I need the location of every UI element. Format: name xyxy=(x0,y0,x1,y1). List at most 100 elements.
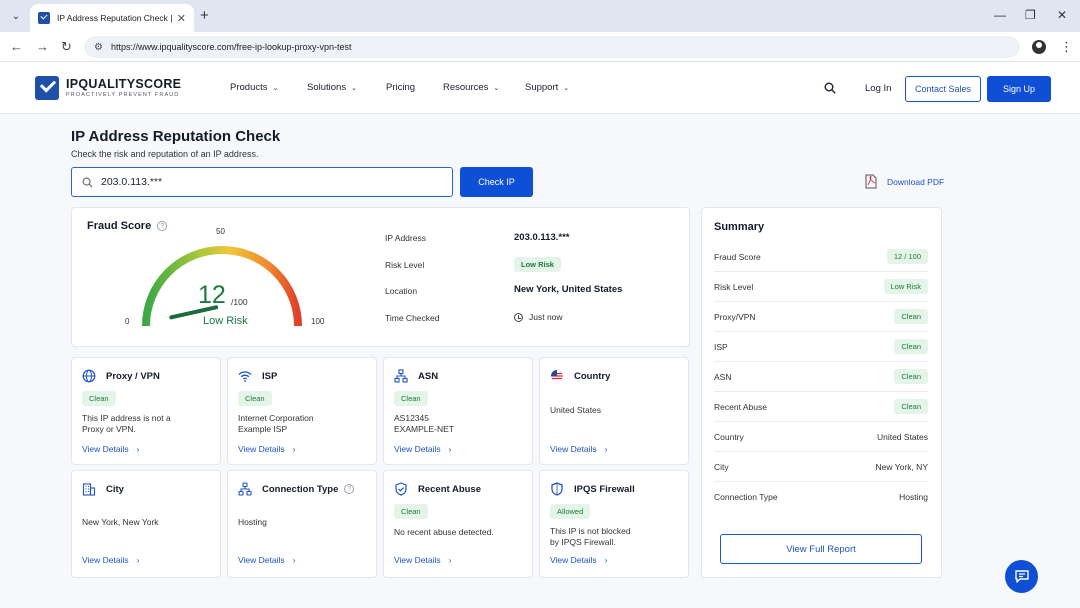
contact-sales-button[interactable]: Contact Sales xyxy=(905,76,981,102)
card-text-line: Example ISP xyxy=(238,424,288,434)
chevron-right-icon: › xyxy=(136,555,140,565)
view-details-label: View Details xyxy=(238,555,285,565)
summary-row: Risk Level Low Risk xyxy=(714,272,928,302)
page-subtitle: Check the risk and reputation of an IP a… xyxy=(71,149,259,159)
summary-row-label: City xyxy=(714,461,729,472)
check-ip-button[interactable]: Check IP xyxy=(460,167,533,197)
time-checked-text: Just now xyxy=(529,312,563,322)
help-icon[interactable]: ? xyxy=(344,484,355,494)
card-text-line: by IPQS Firewall. xyxy=(550,537,616,547)
nav-pricing[interactable]: Pricing xyxy=(386,82,415,93)
view-full-report-button[interactable]: View Full Report xyxy=(720,534,922,564)
view-details-link[interactable]: View Details › xyxy=(550,444,607,454)
recent-abuse-title: Recent Abuse xyxy=(418,483,481,495)
back-button[interactable]: ← xyxy=(10,38,23,56)
time-checked-label: Time Checked xyxy=(385,313,440,323)
tab-search-menu[interactable]: ⌄ xyxy=(6,6,26,26)
browser-menu-icon[interactable]: ⋮ xyxy=(1060,38,1073,56)
nav-resources[interactable]: Resources ⌄ xyxy=(443,82,499,93)
site-settings-icon[interactable]: ⚙ xyxy=(94,42,103,53)
country-value: United States xyxy=(550,405,602,415)
summary-row: Proxy/VPN Clean xyxy=(714,302,928,332)
card-text-line: EXAMPLE-NET xyxy=(394,424,454,434)
view-details-label: View Details xyxy=(394,444,441,454)
close-window-button[interactable]: ✕ xyxy=(1057,8,1067,22)
gauge-min-label: 0 xyxy=(125,317,130,326)
login-link[interactable]: Log In xyxy=(865,83,891,94)
pdf-icon xyxy=(865,174,877,189)
ip-search-box[interactable] xyxy=(71,167,453,197)
view-details-label: View Details xyxy=(550,444,597,454)
summary-row-value: New York, NY xyxy=(875,461,928,472)
building-icon xyxy=(82,483,96,496)
maximize-button[interactable]: ❐ xyxy=(1025,8,1036,22)
summary-card: Summary Fraud Score 12 / 100 Risk Level Lo… xyxy=(701,207,942,578)
download-pdf-link[interactable]: Download PDF xyxy=(864,174,944,189)
country-title: Country xyxy=(574,370,611,382)
time-checked-value: Just now xyxy=(514,312,563,322)
browser-tab[interactable]: IP Address Reputation Check | IPQ ✕ xyxy=(30,4,194,32)
ip-input[interactable] xyxy=(101,176,421,188)
browser-tab-bar: ⌄ IP Address Reputation Check | IPQ ✕ + … xyxy=(0,0,1080,32)
profile-icon[interactable] xyxy=(1032,40,1046,54)
close-tab-icon[interactable]: ✕ xyxy=(177,12,186,25)
chevron-down-icon: ⌄ xyxy=(11,10,21,22)
card-text: This IP is not blocked by IPQS Firewall. xyxy=(550,526,631,548)
summary-row-label: ASN xyxy=(714,371,732,382)
forward-button[interactable]: → xyxy=(36,38,49,56)
summary-row-badge: Clean xyxy=(894,309,928,324)
minimize-button[interactable]: — xyxy=(994,8,1006,22)
proxy-vpn-card: Proxy / VPN Clean This IP address is not… xyxy=(71,357,221,465)
download-pdf-label: Download PDF xyxy=(887,176,945,187)
network-icon xyxy=(394,369,408,383)
wifi-icon xyxy=(238,371,252,382)
country-card: Country United States View Details › xyxy=(539,357,689,465)
chevron-down-icon: ⌄ xyxy=(493,85,500,92)
shield-icon xyxy=(551,482,563,496)
nav-pricing-label: Pricing xyxy=(386,82,416,93)
recent-abuse-card: Recent Abuse Clean No recent abuse detec… xyxy=(383,470,533,578)
logo-check-icon xyxy=(35,76,59,100)
logo[interactable]: IPQUALITYSCORE PROACTIVELY PREVENT FRAUD xyxy=(35,76,181,100)
summary-row-badge: Low Risk xyxy=(883,279,928,294)
asn-title: ASN xyxy=(418,370,439,382)
shield-check-icon xyxy=(395,482,407,496)
new-tab-button[interactable]: + xyxy=(200,7,209,25)
summary-row-label: Fraud Score xyxy=(714,251,761,262)
search-icon[interactable] xyxy=(824,82,836,94)
view-details-link[interactable]: View Details › xyxy=(238,555,295,565)
summary-row-badge: 12 / 100 xyxy=(886,249,928,264)
chevron-right-icon: › xyxy=(292,555,296,565)
ipqs-firewall-title: IPQS Firewall xyxy=(574,483,635,495)
url-field[interactable]: ⚙ https://www.ipqualityscore.com/free-ip… xyxy=(84,36,1020,58)
view-details-link[interactable]: View Details › xyxy=(82,555,139,565)
summary-row-badge: Clean xyxy=(894,399,928,414)
location-label: Location xyxy=(385,286,418,296)
sign-up-button[interactable]: Sign Up xyxy=(987,76,1051,102)
view-details-link[interactable]: View Details › xyxy=(394,555,451,565)
view-details-link[interactable]: View Details › xyxy=(82,444,139,454)
view-details-link[interactable]: View Details › xyxy=(394,444,451,454)
summary-row-label: Risk Level xyxy=(714,281,754,292)
page-title: IP Address Reputation Check xyxy=(71,128,281,145)
reload-button[interactable]: ↻ xyxy=(61,38,72,56)
address-bar-row: ← → ↻ ⚙ https://www.ipqualityscore.com/f… xyxy=(0,32,1080,62)
card-text-line: Proxy or VPN. xyxy=(82,424,136,434)
nav-solutions[interactable]: Solutions ⌄ xyxy=(307,82,357,93)
chevron-right-icon: › xyxy=(448,444,452,454)
summary-row: ISP Clean xyxy=(714,332,928,362)
chevron-right-icon: › xyxy=(604,444,608,454)
nav-solutions-label: Solutions xyxy=(307,82,347,93)
status-badge: Clean xyxy=(394,504,428,519)
fraud-risk-label: Low Risk xyxy=(203,315,248,327)
nav-products[interactable]: Products ⌄ xyxy=(230,82,278,93)
summary-row-value: United States xyxy=(876,431,928,442)
chat-button[interactable] xyxy=(1005,560,1038,593)
ip-address-value: 203.0.113.*** xyxy=(514,232,570,243)
chevron-down-icon: ⌄ xyxy=(351,85,357,92)
nav-support[interactable]: Support ⌄ xyxy=(525,82,569,93)
status-badge: Clean xyxy=(82,391,116,406)
view-details-link[interactable]: View Details › xyxy=(238,444,295,454)
nav-resources-label: Resources xyxy=(443,82,489,93)
view-details-link[interactable]: View Details › xyxy=(550,555,607,565)
